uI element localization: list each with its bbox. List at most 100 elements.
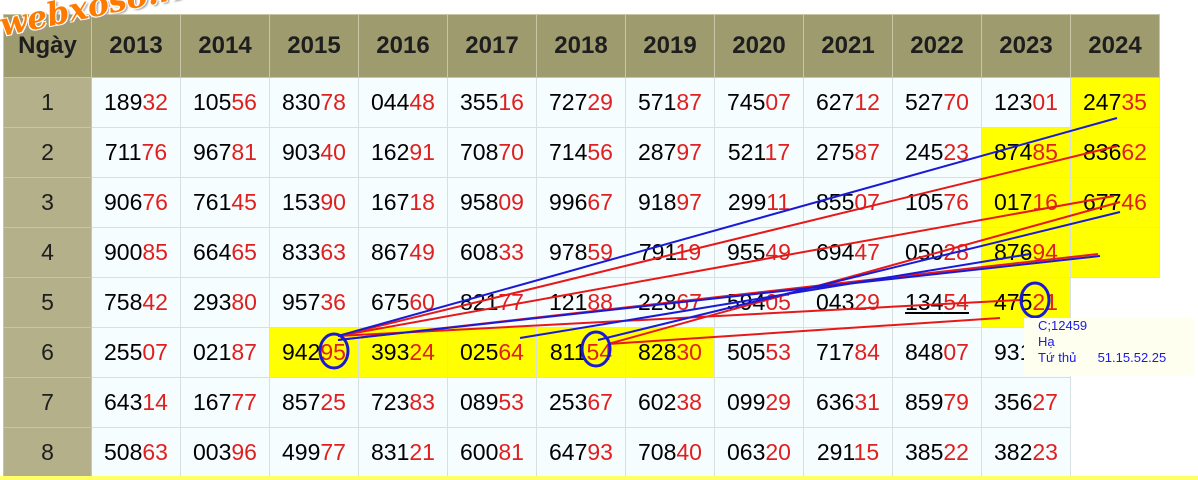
- tail-digits: 63: [320, 239, 346, 265]
- result-number: 72729: [549, 89, 613, 115]
- head-digits: 958: [460, 189, 499, 215]
- result-number: 90340: [282, 139, 346, 165]
- day-number: 3: [3, 177, 92, 228]
- result-cell: 95809: [447, 177, 537, 228]
- tail-digits: 11: [766, 189, 791, 215]
- header-year: 2015: [269, 14, 359, 78]
- tail-digits: 85: [142, 239, 168, 265]
- result-number: 29380: [193, 289, 257, 315]
- header-year: 2018: [536, 14, 626, 78]
- result-cell: 85979: [892, 377, 982, 428]
- head-digits: 874: [994, 139, 1033, 165]
- head-digits: 867: [371, 239, 410, 265]
- result-cell: 60081: [447, 427, 537, 478]
- result-number: 67746: [1083, 189, 1147, 215]
- tail-digits: 64: [498, 339, 524, 365]
- tail-digits: 96: [231, 439, 257, 465]
- tooltip-value: 51.15.52.25: [1097, 350, 1167, 365]
- result-number: 02564: [460, 339, 524, 365]
- result-number: 50553: [727, 339, 791, 365]
- tail-digits: 07: [943, 339, 969, 365]
- result-number: 29911: [728, 189, 790, 215]
- tail-digits: 18: [409, 189, 435, 215]
- tail-digits: 25: [320, 389, 346, 415]
- tail-digits: 47: [854, 239, 880, 265]
- result-cell: 81154: [536, 327, 626, 378]
- tail-digits: 81: [498, 439, 524, 465]
- tail-digits: 23: [943, 139, 969, 165]
- result-number: 05028: [905, 239, 969, 265]
- header-year: 2016: [358, 14, 448, 78]
- tail-digits: 79: [943, 389, 969, 415]
- result-cell: 90085: [91, 227, 181, 278]
- tail-digits: 85: [1032, 139, 1058, 165]
- result-cell: 60238: [625, 377, 715, 428]
- result-cell: 71176: [91, 127, 181, 178]
- result-number: 47521: [994, 289, 1058, 315]
- result-cell: 69447: [803, 227, 893, 278]
- head-digits: 745: [727, 89, 766, 115]
- result-cell: 09929: [714, 377, 804, 428]
- head-digits: 708: [638, 439, 677, 465]
- tail-digits: 20: [765, 439, 791, 465]
- header-year: 2022: [892, 14, 982, 78]
- result-cell: 82177: [447, 277, 537, 328]
- result-number: 16777: [193, 389, 257, 415]
- head-digits: 521: [727, 139, 765, 165]
- header-day: Ngày: [3, 14, 92, 78]
- result-cell: 62712: [803, 77, 893, 128]
- result-number: 97859: [549, 239, 613, 265]
- head-digits: 811: [549, 339, 587, 365]
- result-cell: 67560: [358, 277, 448, 328]
- result-cell: 63631: [803, 377, 893, 428]
- result-number: 85725: [282, 389, 346, 415]
- result-number: 12301: [994, 89, 1058, 115]
- result-number: 63631: [816, 389, 880, 415]
- head-digits: 821: [460, 289, 499, 315]
- result-number: 99667: [549, 189, 613, 215]
- head-digits: 021: [193, 339, 232, 365]
- tail-digits: 77: [231, 389, 257, 415]
- result-number: 71176: [105, 139, 167, 165]
- head-digits: 608: [460, 239, 499, 265]
- head-digits: 099: [727, 389, 766, 415]
- result-cell: 22867: [625, 277, 715, 328]
- tail-digits: 93: [587, 439, 613, 465]
- result-cell: 97859: [536, 227, 626, 278]
- result-number: 62712: [816, 89, 880, 115]
- head-digits: 978: [549, 239, 588, 265]
- result-number: 59405: [727, 289, 791, 315]
- head-digits: 385: [905, 439, 944, 465]
- result-number: 60238: [638, 389, 702, 415]
- result-cell: 57187: [625, 77, 715, 128]
- result-cell: [1070, 227, 1160, 278]
- tail-digits: 76: [943, 189, 969, 215]
- result-cell: 10576: [892, 177, 982, 228]
- head-digits: 571: [638, 89, 677, 115]
- result-number: 25507: [104, 339, 168, 365]
- head-digits: 162: [371, 139, 410, 165]
- head-digits: 123: [994, 89, 1033, 115]
- result-number: 81154: [550, 339, 612, 365]
- result-number: 90085: [104, 239, 168, 265]
- tail-digits: 76: [141, 139, 168, 165]
- head-digits: 167: [193, 389, 232, 415]
- result-cell: 60833: [447, 227, 537, 278]
- result-cell: 76145: [180, 177, 270, 228]
- table-row: 1 18932 10556 83078 04448 35516 72729 57187 7450…: [3, 77, 1160, 128]
- tail-digits: 05: [765, 289, 791, 315]
- tail-digits: 53: [498, 389, 524, 415]
- tail-digits: 78: [320, 89, 346, 115]
- head-digits: 942: [282, 339, 321, 365]
- result-cell: 94295: [269, 327, 359, 378]
- tail-digits: 07: [142, 339, 168, 365]
- result-number: 38223: [994, 439, 1058, 465]
- result-number: 96781: [193, 139, 257, 165]
- result-number: 86749: [371, 239, 435, 265]
- result-number: 10576: [905, 189, 969, 215]
- result-cell: 05028: [892, 227, 982, 278]
- result-number: 67560: [371, 289, 435, 315]
- tail-digits: 07: [854, 189, 880, 215]
- result-number: 64314: [104, 389, 168, 415]
- tooltip-label: Tứ thủ: [1038, 350, 1077, 365]
